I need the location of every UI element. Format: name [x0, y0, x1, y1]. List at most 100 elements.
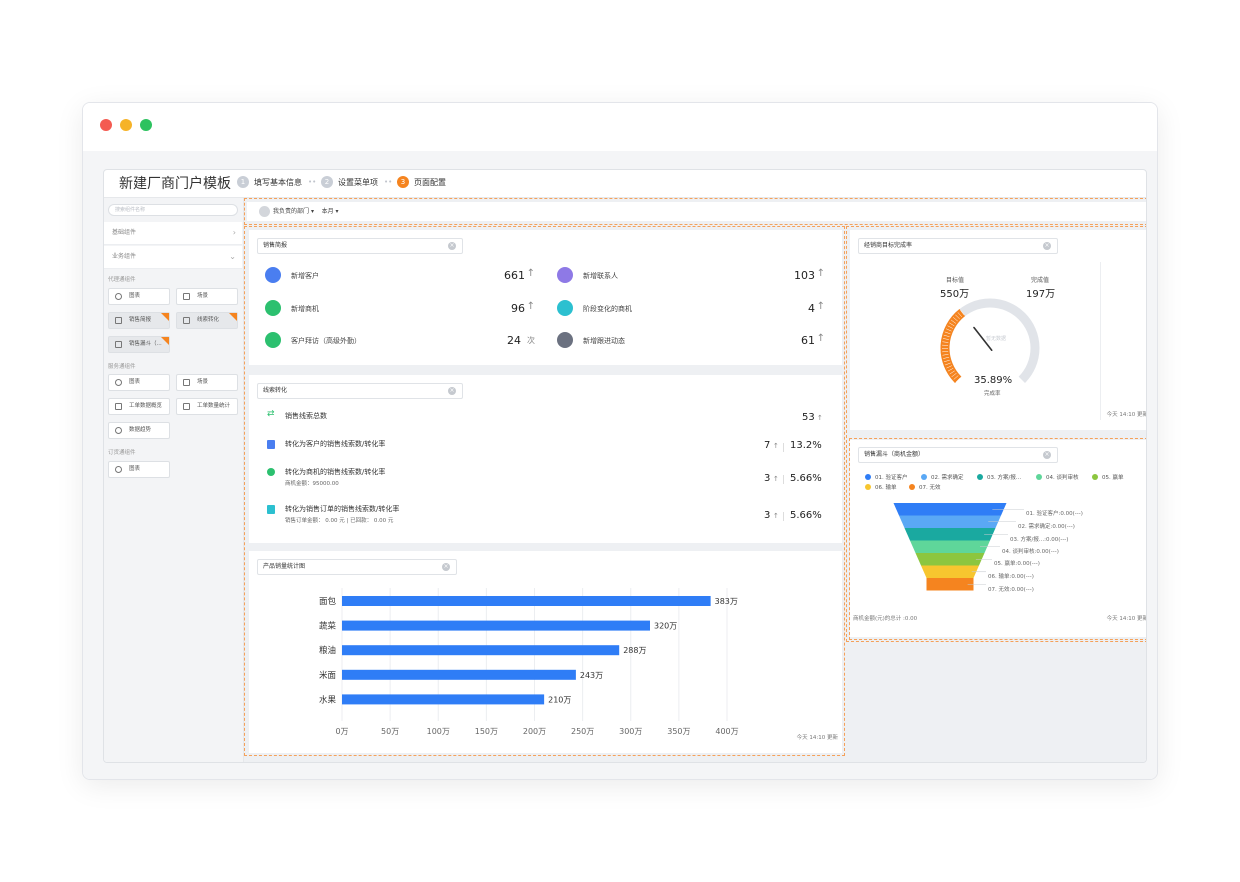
close-icon[interactable]: × — [448, 242, 456, 250]
period-label: 本月 — [321, 208, 334, 215]
component-sales-funnel[interactable]: 销售漏斗（... — [108, 336, 170, 353]
step-2[interactable]: 2 设置菜单项 — [321, 176, 378, 188]
group-agent-components[interactable]: 代理通组件 — [108, 275, 136, 283]
step-3[interactable]: 3 页面配置 — [397, 176, 446, 188]
kpi-label: 客户拜访（高级外勤） — [291, 337, 361, 345]
component-chart[interactable]: 图表 — [108, 288, 170, 305]
divider — [783, 443, 784, 452]
x-tick-label: 300万 — [619, 727, 642, 736]
minimize-window-button[interactable] — [120, 119, 132, 131]
completion-percent: 35.89% — [974, 375, 1013, 386]
contact-icon — [557, 267, 573, 283]
bar — [342, 645, 620, 656]
group-order-components[interactable]: 订货通组件 — [108, 448, 136, 456]
unit-label: 次 — [527, 336, 535, 345]
bar — [342, 669, 576, 680]
product-sales-chart-card[interactable]: 产品销量统计图 × 0万 50万 100万 150万 200万 250万 300万 350万 40… — [249, 551, 842, 753]
bar — [342, 694, 545, 705]
section-label: 业务组件 — [112, 253, 137, 260]
arrow-up-icon: ↑ — [816, 268, 825, 279]
component-chart[interactable]: 图表 — [108, 461, 170, 478]
step-1[interactable]: 1 填写基本信息 — [237, 176, 302, 188]
section-business-components[interactable]: 业务组件 ⌄ — [104, 246, 242, 269]
component-search-input[interactable]: 搜索组件名称 — [108, 204, 238, 216]
lead-row-label: 转化为客户的销售线索数/转化率 — [285, 440, 386, 448]
page-title: 新建厂商门户模板 — [119, 176, 231, 192]
arrow-up-icon: ↑ — [816, 301, 825, 312]
component-data-trend[interactable]: 数据趋势 — [108, 422, 170, 439]
sales-funnel-card[interactable]: 销售漏斗（商机金额） × 01. 验证客户 02. 需求确定 03. 方案/报..… — [850, 440, 1146, 637]
lead-total-row[interactable]: ⇄ 销售线索总数 53 ↑ — [267, 409, 837, 425]
funnel-stage — [899, 515, 1001, 528]
lead-conversion-card[interactable]: 线索转化 × ⇄ 销售线索总数 53 ↑ 转化为客户的销售线索数/转化率 7 ↑ … — [249, 375, 842, 543]
component-ticket-stats[interactable]: 工单数量统计 — [176, 398, 238, 415]
component-label: 场景 — [197, 293, 209, 299]
section-basic-components[interactable]: 基础组件 › — [104, 222, 242, 245]
stage-icon — [557, 300, 573, 316]
gauge-progress — [940, 309, 966, 383]
kpi-stage-changes[interactable]: 阶段变化的商机 4 ↑ — [557, 297, 825, 319]
opportunity-icon — [265, 300, 281, 316]
x-tick-label: 200万 — [523, 727, 546, 736]
funnel-stage — [910, 540, 990, 553]
filter-bar: 我负责的部门 ▾ 本月 ▾ — [247, 202, 1146, 221]
maximize-window-button[interactable] — [140, 119, 152, 131]
divider — [783, 512, 784, 521]
lead-row-value: 7 — [764, 440, 771, 451]
department-label: 我负责的部门 — [273, 208, 310, 215]
kpi-label: 新增联系人 — [583, 272, 618, 280]
funnel-stage — [926, 578, 974, 591]
component-label: 销售简报 — [129, 317, 152, 323]
period-filter[interactable]: 本月 ▾ — [322, 208, 339, 215]
component-lead-conversion[interactable]: 线索转化 — [176, 312, 238, 329]
window-titlebar — [83, 103, 1157, 151]
caret-down-icon: ▾ — [310, 208, 314, 215]
editor-header: 新建厂商门户模板 1 填写基本信息 •• 2 设置菜单项 •• 3 页面配置 — [104, 170, 1146, 198]
component-sales-brief[interactable]: 销售简报 — [108, 312, 170, 329]
opportunity-icon — [267, 468, 275, 476]
product-sales-bar-chart: 0万 50万 100万 150万 200万 250万 300万 350万 400万 面包 383万蔬… — [319, 588, 739, 736]
card-title: 线索转化 × — [257, 383, 463, 399]
user-avatar — [259, 206, 270, 217]
caret-down-icon: ▾ — [335, 208, 339, 215]
activity-icon — [557, 332, 573, 348]
target-completion-card[interactable]: 经销商目标完成率 × 目标值 550万 完成值 197万 暂无数据 35.89% … — [850, 230, 1146, 430]
gauge-watermark: 暂无数据 — [986, 336, 1007, 342]
lead-row-label: 转化为商机的销售线索数/转化率 — [285, 468, 386, 476]
component-label: 数据趋势 — [129, 427, 152, 433]
sales-brief-card[interactable]: 销售简报 × 新增客户 661 ↑ 新增联系人 103 ↑ 新增商机 96 ↑ … — [249, 230, 842, 365]
section-label: 基础组件 — [112, 229, 137, 236]
group-service-components[interactable]: 服务通组件 — [108, 362, 136, 370]
component-label: 销售漏斗（... — [129, 341, 162, 347]
component-sidebar: 搜索组件名称 基础组件 › 业务组件 ⌄ 代理通组件 图表 场景 销售简报 线索转化… — [104, 198, 244, 762]
step-number: 3 — [397, 176, 409, 188]
lead-to-customer-row[interactable]: 转化为客户的销售线索数/转化率 7 ↑ 13.2% — [267, 439, 837, 455]
funnel-stage-label: 02. 需求确定:0.00(---) — [1018, 524, 1075, 530]
kpi-new-opportunities[interactable]: 新增商机 96 ↑ — [265, 297, 535, 319]
kpi-label: 新增客户 — [291, 272, 319, 280]
funnel-icon — [115, 341, 122, 348]
component-ticket-overview[interactable]: 工单数据概览 — [108, 398, 170, 415]
kpi-new-activities[interactable]: 新增跟进动态 61 ↑ — [557, 329, 825, 351]
arrow-up-icon: ↑ — [526, 268, 535, 279]
kpi-label: 新增商机 — [291, 305, 319, 313]
x-tick-label: 0万 — [335, 727, 348, 736]
department-filter[interactable]: 我负责的部门 ▾ — [273, 208, 314, 215]
kpi-new-customers[interactable]: 新增客户 661 ↑ — [265, 264, 535, 286]
trend-icon — [115, 427, 122, 434]
component-scene[interactable]: 场景 — [176, 288, 238, 305]
kpi-customer-visits[interactable]: 客户拜访（高级外勤） 24 次 — [265, 329, 535, 351]
component-chart[interactable]: 图表 — [108, 374, 170, 391]
kpi-value: 4 — [808, 302, 815, 315]
completion-label: 完成率 — [984, 391, 1001, 397]
lead-to-order-row[interactable]: 转化为销售订单的销售线索数/转化率 销售订单金额： 0.00 元 | 已回款： … — [267, 504, 837, 528]
component-scene[interactable]: 场景 — [176, 374, 238, 391]
close-window-button[interactable] — [100, 119, 112, 131]
report-icon — [183, 317, 190, 324]
arrow-up-icon: ↑ — [526, 301, 535, 312]
close-icon[interactable]: × — [448, 387, 456, 395]
lead-to-opportunity-row[interactable]: 转化为商机的销售线索数/转化率 商机金额：95000.00 3 ↑ 5.66% — [267, 467, 837, 491]
kpi-new-contacts[interactable]: 新增联系人 103 ↑ — [557, 264, 825, 286]
x-tick-label: 350万 — [667, 727, 690, 736]
window-content: 新建厂商门户模板 1 填写基本信息 •• 2 设置菜单项 •• 3 页面配置 搜… — [83, 151, 1157, 779]
